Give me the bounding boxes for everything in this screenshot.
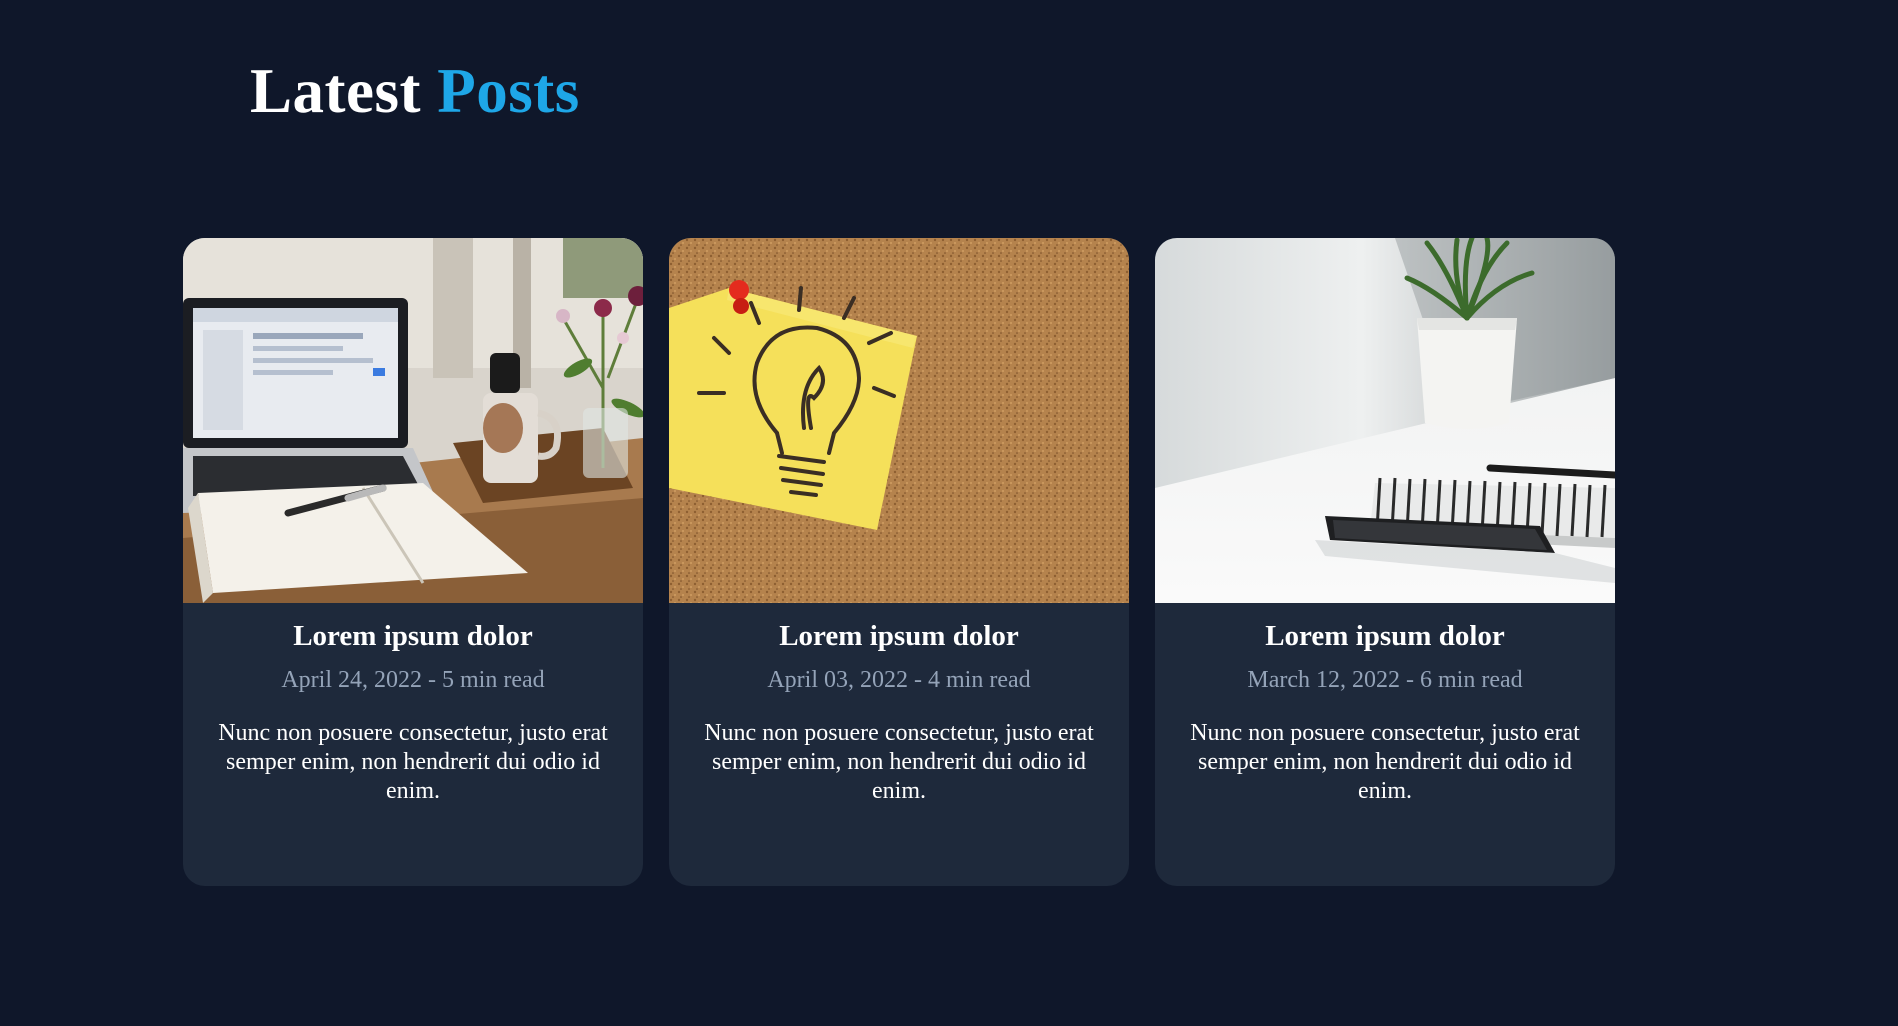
post-meta: April 24, 2022 - 5 min read — [281, 666, 545, 693]
post-meta: March 12, 2022 - 6 min read — [1247, 666, 1523, 693]
post-image-lightbulb[interactable] — [669, 238, 1129, 603]
latest-posts-section: Latest Posts Lorem ipsum dolor April 24,… — [0, 0, 1898, 1026]
post-meta: April 03, 2022 - 4 min read — [767, 666, 1031, 693]
posts-grid: Lorem ipsum dolor April 24, 2022 - 5 min… — [183, 238, 1615, 886]
post-card[interactable]: Lorem ipsum dolor April 24, 2022 - 5 min… — [183, 238, 643, 886]
post-image-plant-desk[interactable] — [1155, 238, 1615, 603]
post-card[interactable]: Lorem ipsum dolor March 12, 2022 - 6 min… — [1155, 238, 1615, 886]
post-title[interactable]: Lorem ipsum dolor — [183, 619, 643, 654]
post-card[interactable]: Lorem ipsum dolor April 03, 2022 - 4 min… — [669, 238, 1129, 886]
post-excerpt: Nunc non posuere consectetur, justo erat… — [218, 719, 608, 805]
post-image-laptop[interactable] — [183, 238, 643, 603]
post-title[interactable]: Lorem ipsum dolor — [1155, 619, 1615, 654]
post-excerpt: Nunc non posuere consectetur, justo erat… — [1190, 719, 1580, 805]
post-title[interactable]: Lorem ipsum dolor — [669, 619, 1129, 654]
page-title: Latest Posts — [250, 60, 580, 123]
post-excerpt: Nunc non posuere consectetur, justo erat… — [704, 719, 1094, 805]
page-title-part1: Latest — [250, 56, 421, 126]
page-title-accent: Posts — [437, 56, 580, 126]
